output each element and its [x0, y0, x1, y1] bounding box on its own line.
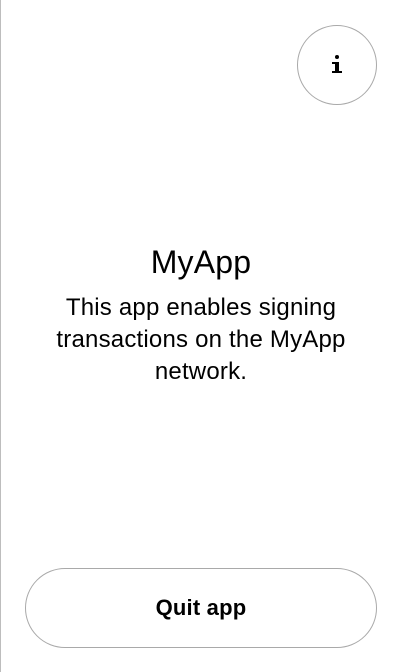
info-icon-serif-bottom — [332, 71, 342, 73]
info-icon — [332, 53, 342, 77]
info-button[interactable] — [297, 25, 377, 105]
app-screen: MyApp This app enables signing transacti… — [0, 0, 400, 672]
app-description: This app enables signing transactions on… — [56, 294, 346, 385]
app-summary: MyApp This app enables signing transacti… — [31, 240, 371, 388]
quit-app-button[interactable]: Quit app — [25, 568, 377, 648]
info-icon-dot — [335, 55, 339, 59]
app-title: MyApp — [150, 244, 252, 280]
quit-app-label: Quit app — [155, 595, 247, 620]
